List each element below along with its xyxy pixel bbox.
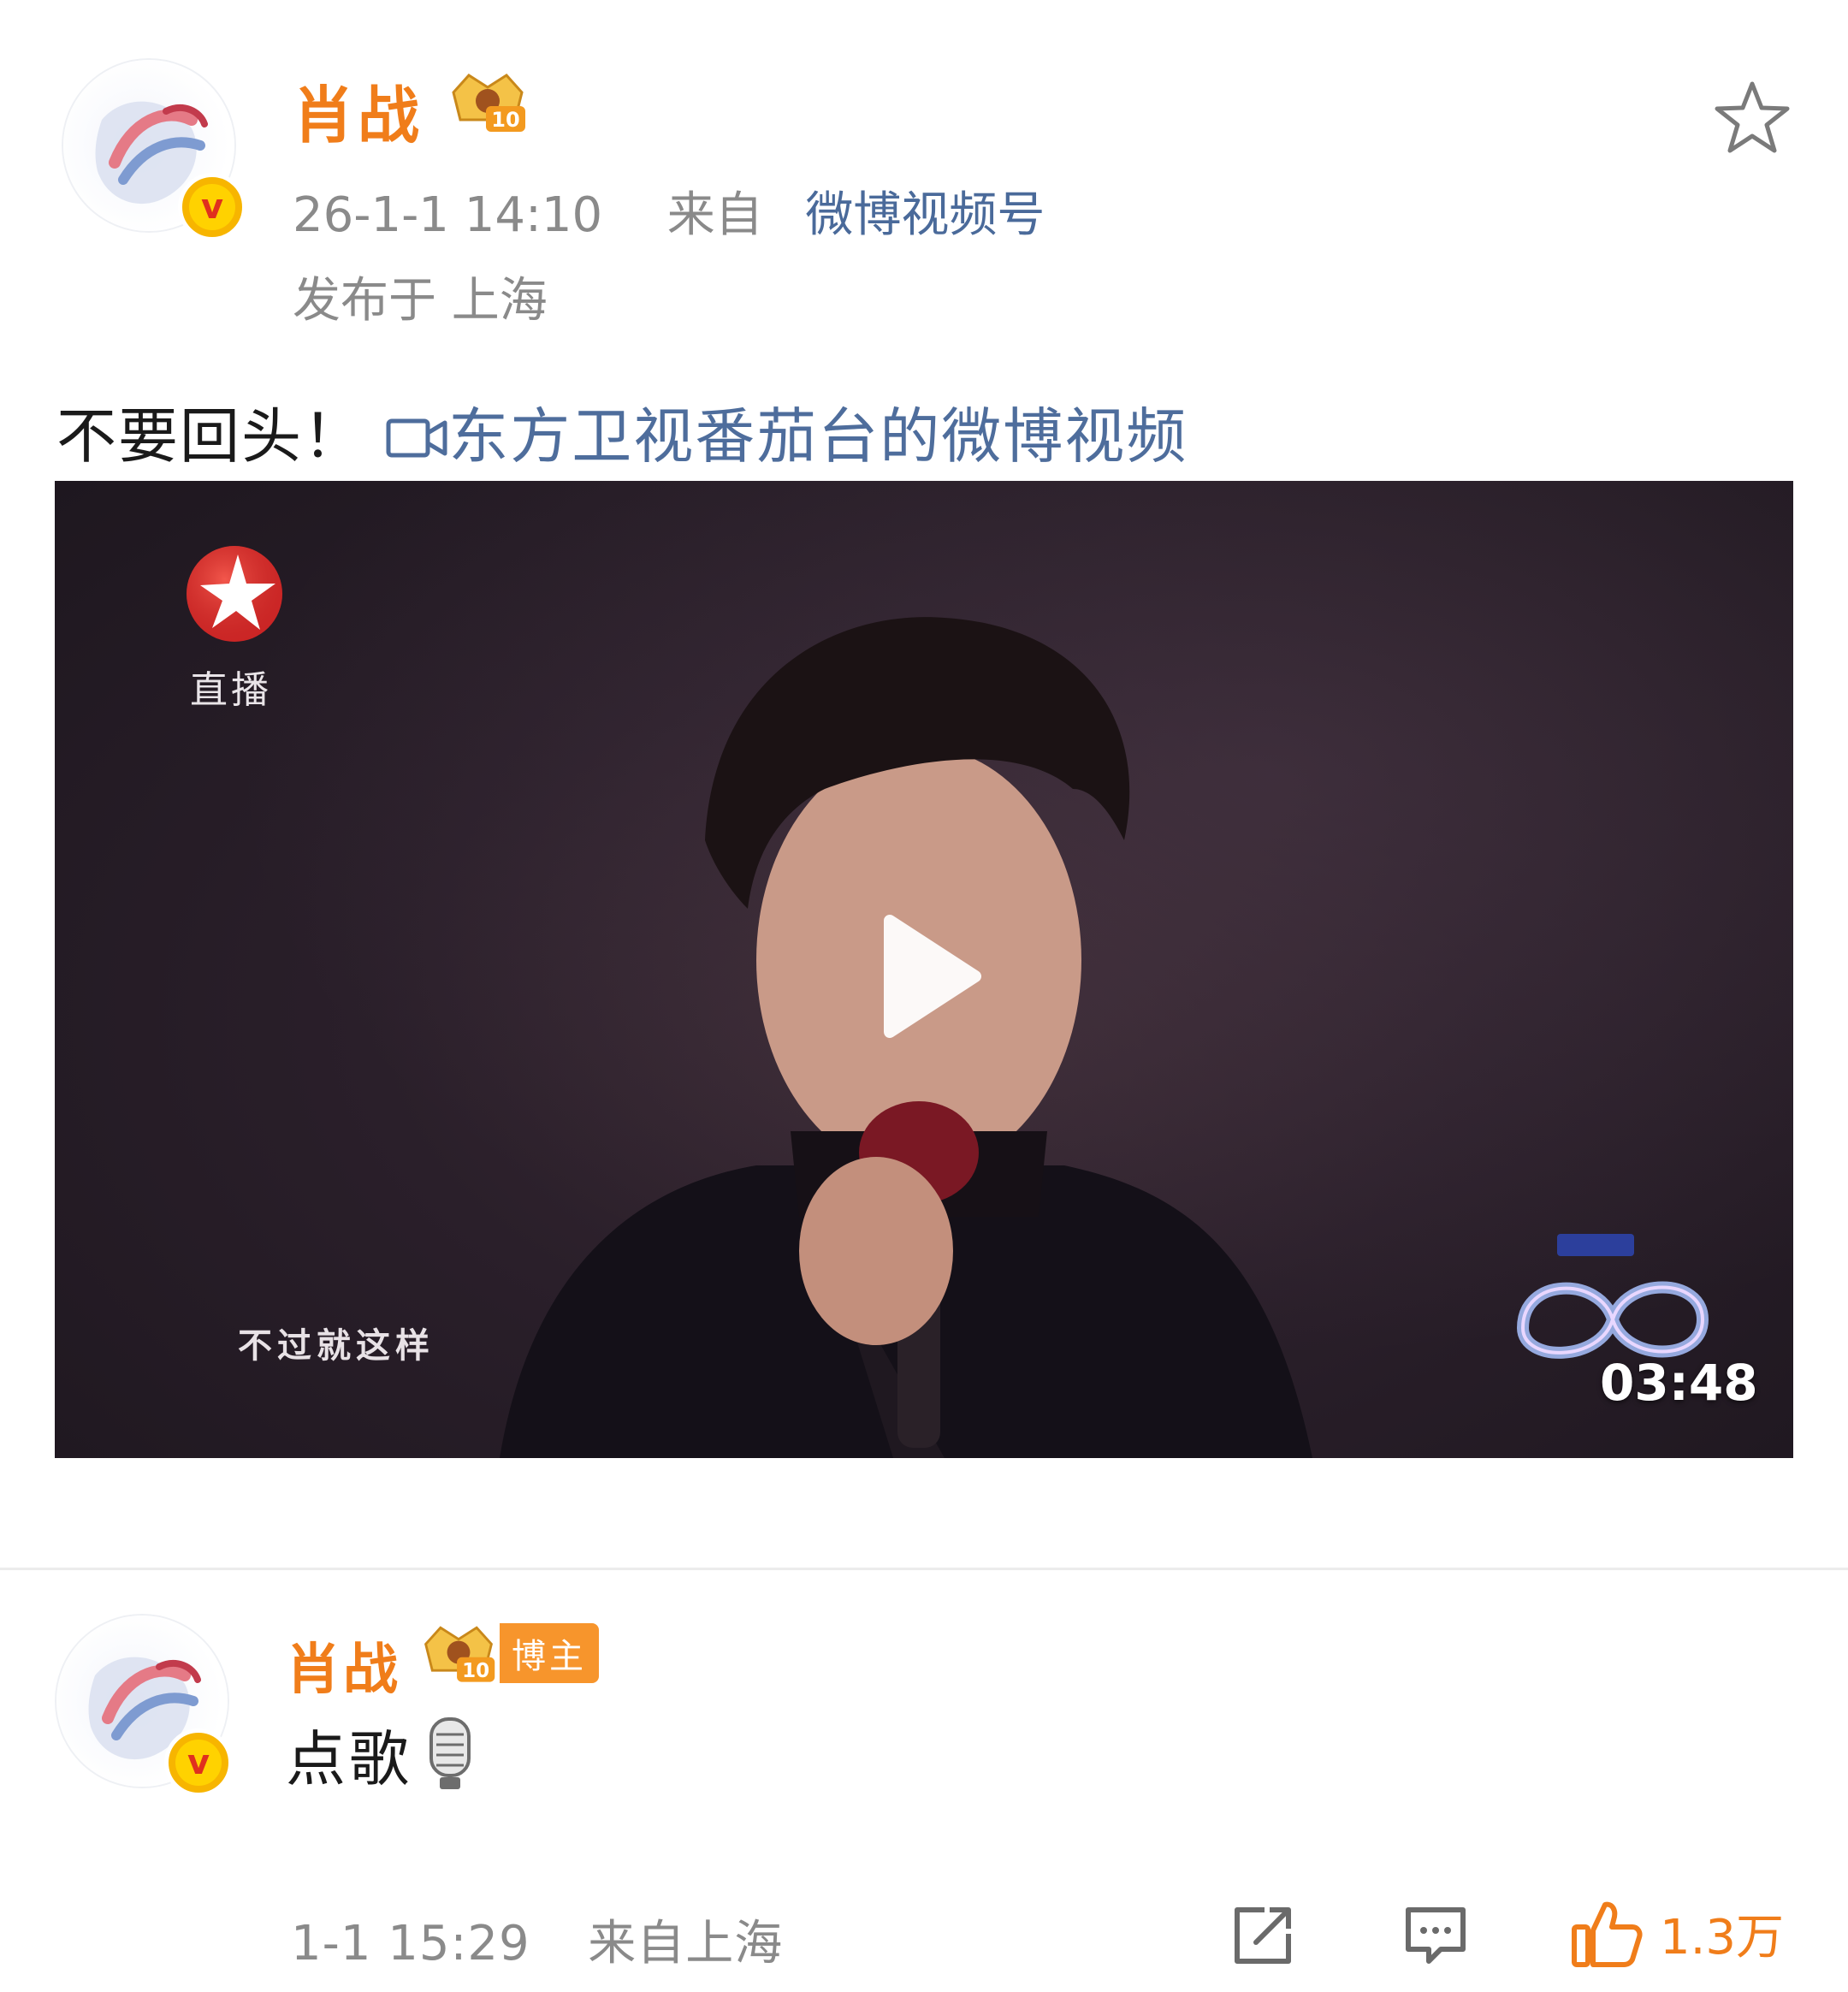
favorite-button[interactable] — [1711, 77, 1793, 159]
post-author-name[interactable]: 肖战 — [293, 65, 423, 155]
like-count: 1.3万 — [1660, 1909, 1785, 1965]
crown-badge-icon: 10 — [445, 67, 530, 137]
comment-icon — [1406, 1907, 1466, 1964]
play-button[interactable] — [873, 912, 984, 1040]
post-source-link[interactable]: 微博视频号 — [805, 187, 1045, 243]
post-badge-level: 10 — [491, 108, 519, 132]
comment-avatar[interactable]: v — [55, 1614, 233, 1797]
post-text: 不要回头！ 东方卫视番茄台的微博视频 — [56, 388, 1188, 475]
video-camera-icon — [386, 418, 447, 458]
comment-meta-line: 1-1 15:29 来自上海 — [291, 1905, 783, 1974]
comment-body: 点歌 — [286, 1724, 412, 1794]
video-subtitle: 不过就这样 — [238, 1325, 435, 1366]
video-player[interactable]: 直播 不过就这样 03:48 — [55, 481, 1793, 1458]
comment-button[interactable] — [1403, 1903, 1468, 1968]
video-link[interactable]: 东方卫视番茄台的微博视频 — [385, 401, 1188, 471]
comment-badge-level: 10 — [462, 1660, 489, 1682]
post-body: 不要回头！ — [56, 401, 364, 471]
like-icon — [1572, 1901, 1643, 1967]
comment-crown-badge-icon: 10 — [424, 1626, 495, 1682]
comment-time: 1-1 15:29 — [291, 1916, 530, 1971]
video-duration: 03:48 — [1600, 1354, 1758, 1412]
post-time: 26-1-1 14:10 — [293, 187, 603, 243]
video-link-label: 东方卫视番茄台的微博视频 — [448, 401, 1188, 471]
comment-text: 点歌 — [286, 1711, 476, 1798]
comment-verified-icon: v — [164, 1728, 233, 1797]
comment-author-name[interactable]: 肖战 — [286, 1626, 400, 1704]
post-location: 发布于 上海 — [293, 273, 548, 329]
post-avatar[interactable]: v — [62, 58, 246, 241]
like-button[interactable]: 1.3万 — [1569, 1896, 1784, 1970]
star-icon — [1715, 81, 1790, 153]
section-divider — [0, 1568, 1848, 1570]
comment-source: 来自上海 — [588, 1916, 784, 1971]
comment-author-badges: 10 博主 — [418, 1619, 599, 1687]
microphone-icon — [429, 1716, 471, 1789]
post-source-prefix: 来自 — [666, 187, 763, 243]
play-icon — [884, 915, 981, 1038]
share-button[interactable] — [1230, 1903, 1295, 1968]
blogger-tag: 博主 — [500, 1623, 599, 1683]
verified-icon: v — [178, 173, 246, 241]
post-meta-line: 26-1-1 14:10 来自 微博视频号 — [293, 176, 1045, 246]
share-icon — [1235, 1907, 1291, 1964]
